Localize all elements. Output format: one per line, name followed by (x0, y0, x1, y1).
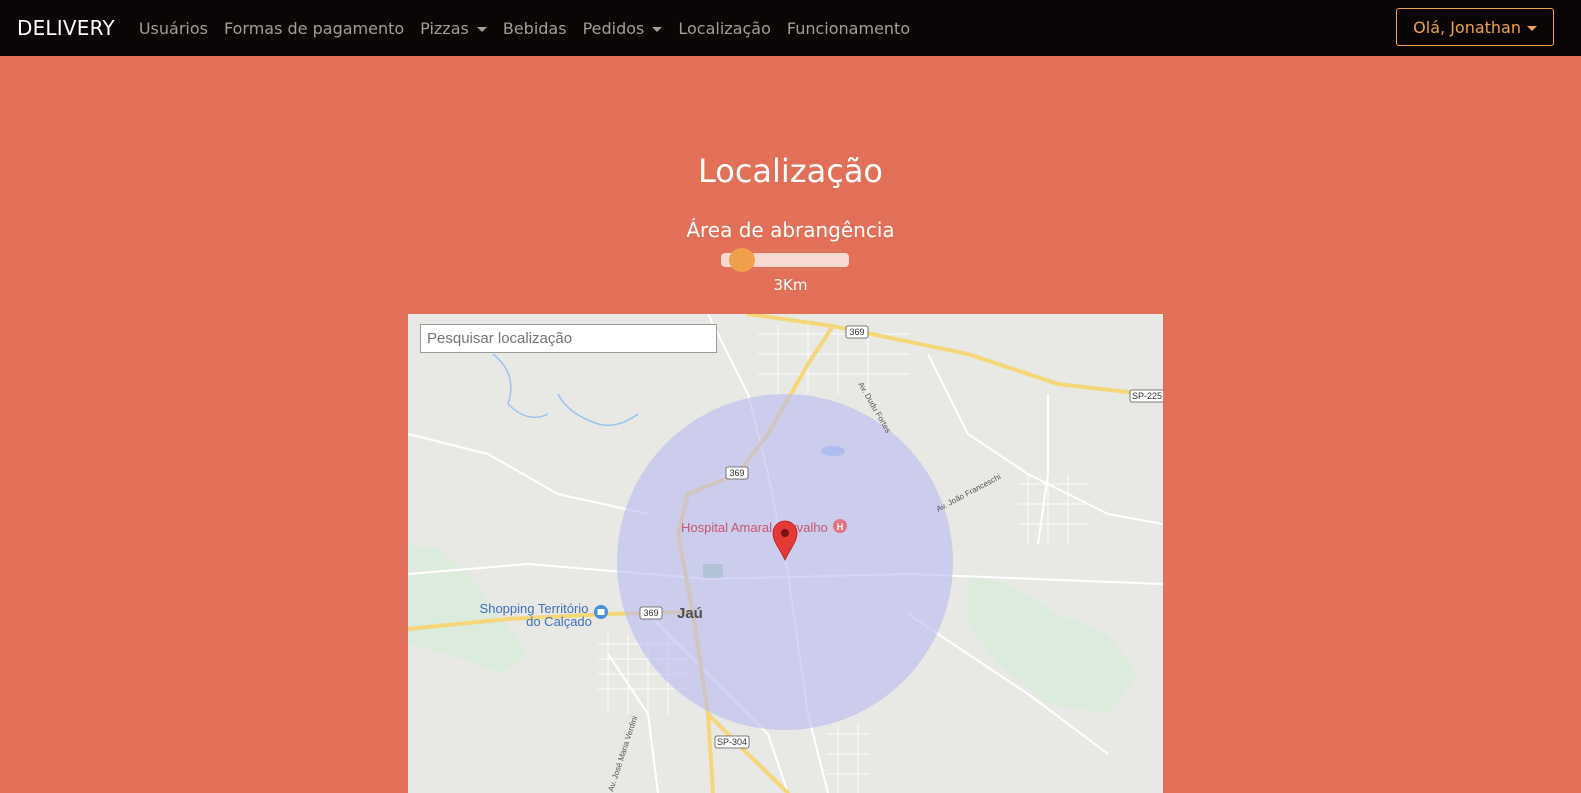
map-canvas[interactable]: 369 369 369 SP-225 SP-304 Av. Dudu Forte… (408, 314, 1163, 793)
user-menu-button[interactable]: Olá, Jonathan (1396, 8, 1554, 46)
nav-item-funcionamento[interactable]: Funcionamento (787, 19, 910, 38)
nav-item-formas-pagamento[interactable]: Formas de pagamento (224, 19, 404, 38)
street-label: Av. João Franceschi (935, 472, 1003, 514)
top-navbar: DELIVERY Usuários Formas de pagamento Pi… (0, 0, 1581, 56)
coverage-area-label: Área de abrangência (686, 218, 895, 242)
nav-item-label: Pedidos (582, 18, 645, 38)
shopping-bag-icon-glyph (597, 609, 605, 615)
river-line (492, 353, 549, 419)
nav-item-pizzas[interactable]: Pizzas (420, 19, 487, 38)
river-line (557, 393, 639, 426)
road-shield-sp304: SP-304 (717, 737, 747, 747)
hospital-icon-glyph: H (837, 522, 844, 532)
road-shield-369: 369 (643, 608, 658, 618)
city-label: Jaú (677, 605, 703, 622)
chevron-down-icon (1527, 25, 1537, 31)
nav-item-label: Formas de pagamento (223, 18, 405, 38)
nav-item-pedidos[interactable]: Pedidos (583, 19, 663, 38)
map-search-input[interactable] (420, 324, 717, 353)
nav-item-label: Pizzas (420, 18, 469, 38)
nav-item-label: Funcionamento (786, 18, 911, 38)
chevron-down-icon (652, 26, 663, 32)
user-menu-label: Olá, Jonathan (1413, 17, 1521, 37)
nav-item-usuarios[interactable]: Usuários (139, 19, 208, 38)
road-shield-369: 369 (849, 327, 864, 337)
street-label: Av. José Maria Verdini (606, 715, 639, 793)
chevron-down-icon (476, 26, 487, 32)
nav-item-label: Localização (678, 18, 771, 38)
nav-item-localizacao[interactable]: Localização (678, 19, 771, 38)
nav-item-label: Usuários (138, 18, 208, 38)
coverage-range-slider-handle[interactable] (729, 248, 755, 272)
map-view[interactable]: 369 369 369 SP-225 SP-304 Av. Dudu Forte… (408, 314, 1163, 793)
hospital-label[interactable]: Hospital Amaral Carvalho (681, 520, 828, 535)
brand-logo[interactable]: DELIVERY (17, 16, 115, 40)
shopping-label[interactable]: do Calçado (526, 614, 592, 629)
main-nav: Usuários Formas de pagamento Pizzas Bebi… (139, 19, 910, 38)
page-title: Localização (697, 152, 883, 190)
road-shield-sp225: SP-225 (1132, 391, 1162, 401)
nav-item-bebidas[interactable]: Bebidas (503, 19, 567, 38)
coverage-circle (617, 394, 953, 730)
coverage-range-value: 3Km (773, 276, 808, 294)
road-shield-369: 369 (729, 468, 744, 478)
park-area (968, 574, 1138, 714)
nav-item-label: Bebidas (502, 18, 567, 38)
